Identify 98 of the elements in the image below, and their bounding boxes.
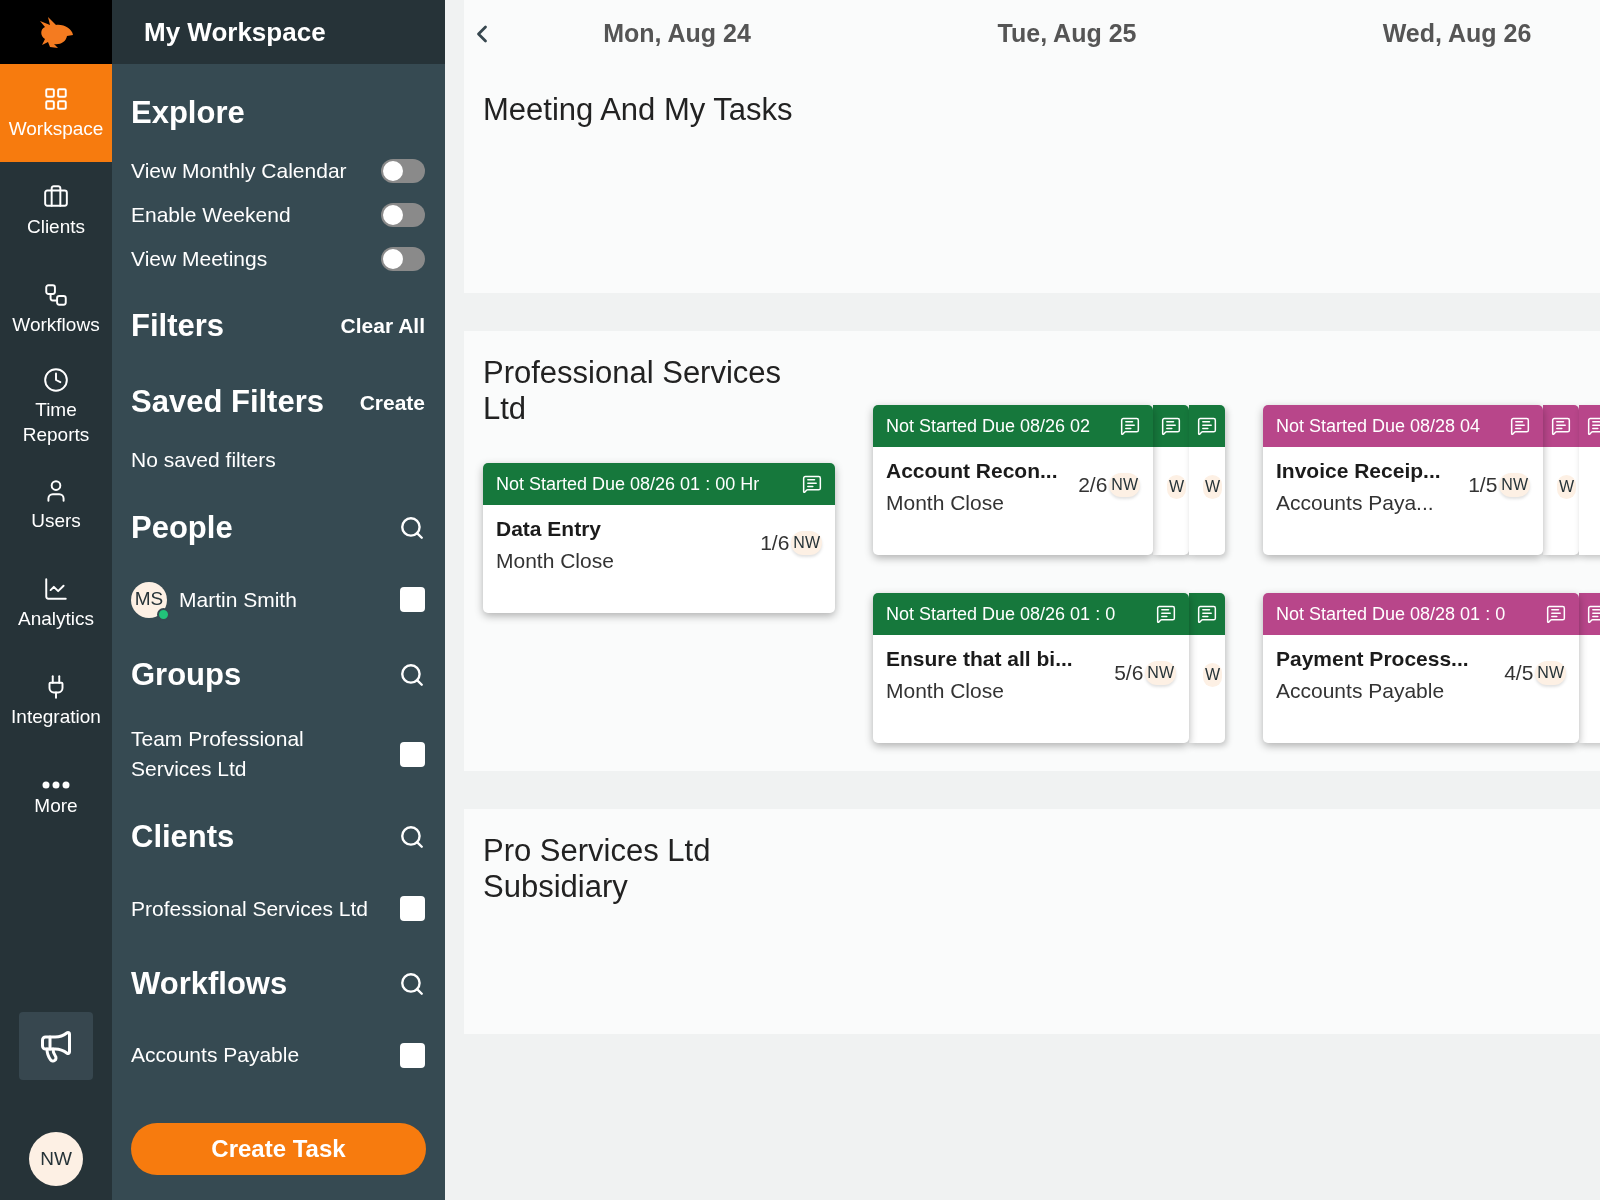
- toggle-label: Enable Weekend: [131, 201, 291, 228]
- comment-icon[interactable]: [1551, 416, 1571, 436]
- task-title: Data Entry: [496, 516, 603, 542]
- workflow-name: Month Close: [496, 547, 614, 574]
- section-heading: Clients: [131, 818, 235, 856]
- toggle-label: View Monthly Calendar: [131, 157, 347, 184]
- toggle-switch[interactable]: [381, 158, 425, 183]
- task-title: Account Recon...: [886, 458, 1058, 484]
- search-icon[interactable]: [399, 661, 425, 688]
- assignee-avatar: NW: [1145, 660, 1176, 685]
- checkbox[interactable]: [400, 1042, 425, 1068]
- section-title: Meeting And My Tasks: [483, 92, 794, 128]
- stacked-card-edge[interactable]: W: [1189, 405, 1225, 555]
- nav-item[interactable]: Integration: [0, 652, 112, 750]
- assignee-initials: W: [1166, 475, 1186, 499]
- filter-option-label: Accounts Payable: [131, 1042, 300, 1068]
- toggle-label: View Meetings: [131, 245, 268, 272]
- assignee-avatar: NW: [791, 530, 822, 555]
- status-due-text: Not Started Due 08/28 04: [1276, 414, 1481, 438]
- task-card[interactable]: Not Started Due 08/28 04 Invoice Receip... Accounts Paya... 1/5 NW: [1263, 405, 1543, 555]
- comment-icon[interactable]: [1546, 604, 1566, 624]
- day-heading: Mon, Aug 24: [603, 18, 751, 50]
- task-card[interactable]: Not Started Due 08/28 01 : 0 Payment Process... Accounts Payable 4/5 NW: [1263, 593, 1579, 743]
- filter-option-label: Team Professional Services Ltd: [131, 726, 305, 782]
- workflow-name: Month Close: [886, 677, 1005, 704]
- create-filter-link[interactable]: Create: [359, 386, 425, 418]
- stacked-card-edge[interactable]: W: [1189, 593, 1225, 743]
- status-due-text: Not Started Due 08/26 02: [886, 414, 1091, 438]
- task-card[interactable]: Not Started Due 08/26 01 : 0 Ensure that all bi... Month Close 5/6 NW: [873, 593, 1189, 743]
- section-heading: Explore: [131, 94, 246, 132]
- section-heading: Workflows: [131, 964, 288, 1003]
- day-heading: Tue, Aug 25: [997, 18, 1137, 50]
- clock-icon: [43, 367, 69, 393]
- search-icon[interactable]: [399, 515, 425, 542]
- nav-item[interactable]: More: [0, 750, 112, 848]
- task-title: Invoice Receip...: [1276, 458, 1441, 484]
- workflow-name: Accounts Payable: [1276, 677, 1446, 704]
- workflow-name: Month Close: [886, 489, 1005, 516]
- search-icon[interactable]: [399, 824, 425, 851]
- section-heading: People: [131, 509, 233, 547]
- grid-icon: [43, 85, 69, 112]
- filter-option-label: Martin Smith: [179, 586, 297, 613]
- nav-item[interactable]: Users: [0, 456, 112, 554]
- task-title: Ensure that all bi...: [886, 646, 1073, 672]
- more-icon: [42, 780, 70, 789]
- progress-count: 2/6: [1078, 472, 1108, 498]
- comment-icon[interactable]: [1197, 604, 1217, 624]
- nav-item[interactable]: Workflows: [0, 260, 112, 358]
- progress-count: 1/6: [760, 530, 790, 556]
- status-due-text: Not Started Due 08/28 01 : 0: [1276, 602, 1506, 626]
- assignee-initials: W: [1202, 663, 1222, 687]
- comment-icon[interactable]: [802, 474, 822, 494]
- section-heading: Filters: [131, 306, 225, 345]
- nav-item[interactable]: Analytics: [0, 554, 112, 652]
- nav-item[interactable]: Time Reports: [0, 358, 112, 456]
- checkbox[interactable]: [400, 587, 425, 612]
- progress-count: 4/5: [1504, 660, 1534, 686]
- stacked-card-edge[interactable]: W: [1153, 405, 1189, 555]
- task-card[interactable]: Not Started Due 08/26 01 : 00 Hr Data Entry Month Close 1/6 NW: [483, 463, 835, 613]
- workflow-icon: [43, 281, 69, 308]
- task-title: Payment Process...: [1276, 646, 1469, 672]
- person-avatar: MS: [131, 581, 167, 618]
- assignee-avatar: NW: [1535, 660, 1566, 685]
- megaphone-icon: [38, 1028, 74, 1064]
- comment-icon[interactable]: [1156, 604, 1176, 624]
- day-heading: Wed, Aug 26: [1382, 18, 1532, 50]
- assignee-initials: W: [1202, 475, 1222, 499]
- stacked-card-edge[interactable]: W: [1543, 405, 1579, 555]
- comment-icon[interactable]: [1120, 416, 1140, 436]
- comment-icon[interactable]: [1161, 416, 1181, 436]
- progress-count: 5/6: [1114, 660, 1144, 686]
- workflow-name: Accounts Paya...: [1276, 489, 1435, 516]
- line-chart-icon: [43, 575, 69, 602]
- section-title: Pro Services Ltd Subsidiary: [483, 833, 712, 905]
- search-icon[interactable]: [399, 970, 425, 997]
- status-due-text: Not Started Due 08/26 01 : 00 Hr: [496, 472, 760, 496]
- toggle-switch[interactable]: [381, 202, 425, 227]
- user-avatar[interactable]: NW: [29, 1132, 83, 1186]
- assignee-avatar: NW: [1499, 472, 1530, 497]
- assignee-initials: W: [1556, 475, 1576, 499]
- announcements-button[interactable]: [19, 1012, 93, 1080]
- progress-count: 1/5: [1468, 472, 1498, 498]
- empty-message: No saved filters: [131, 446, 277, 473]
- section-title: Professional Services Ltd: [483, 355, 783, 427]
- comment-icon[interactable]: [1197, 416, 1217, 436]
- assignee-avatar: NW: [1109, 472, 1140, 497]
- filter-option-label: Professional Services Ltd: [131, 895, 368, 922]
- checkbox[interactable]: [400, 741, 425, 767]
- status-due-text: Not Started Due 08/26 01 : 0: [886, 602, 1116, 626]
- nav-item[interactable]: Clients: [0, 162, 112, 260]
- checkbox[interactable]: [400, 896, 425, 921]
- section-heading: Saved Filters: [131, 383, 324, 421]
- briefcase-icon: [43, 183, 69, 210]
- section-heading: Groups: [131, 655, 242, 694]
- workspace-title: My Workspace: [144, 15, 326, 49]
- comment-icon[interactable]: [1510, 416, 1530, 436]
- toggle-switch[interactable]: [381, 246, 425, 271]
- clear-all-link[interactable]: Clear All: [340, 310, 425, 342]
